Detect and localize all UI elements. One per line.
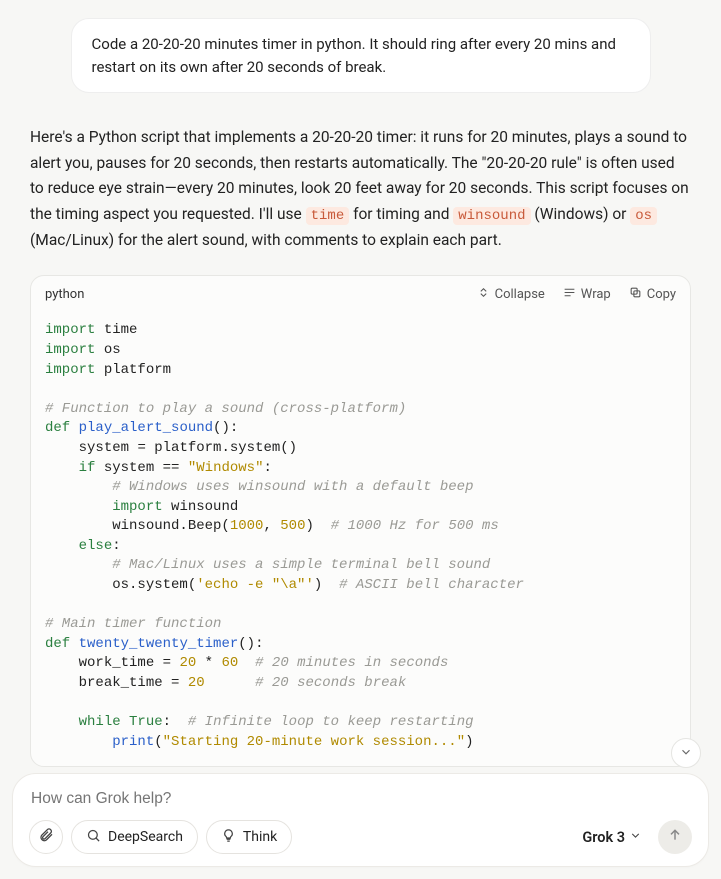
composer-input[interactable] <box>29 788 692 820</box>
deepsearch-icon <box>86 828 101 847</box>
intro-part3: (Windows) or <box>531 205 631 223</box>
arrow-up-icon <box>667 827 683 847</box>
chevron-down-icon <box>629 829 642 846</box>
deepsearch-button[interactable]: DeepSearch <box>71 820 198 854</box>
attach-button[interactable] <box>29 820 63 854</box>
send-button[interactable] <box>658 820 692 854</box>
wrap-icon <box>563 286 576 303</box>
composer: DeepSearch Think Grok 3 <box>12 773 709 867</box>
intro-part2: for timing and <box>349 205 453 223</box>
code-content[interactable]: import time import os import platform # … <box>31 313 690 766</box>
copy-button[interactable]: Copy <box>629 286 676 303</box>
intro-paragraph: Here's a Python script that implements a… <box>30 125 691 253</box>
think-button[interactable]: Think <box>206 820 292 854</box>
user-message-text: Code a 20-20-20 minutes timer in python.… <box>92 35 616 76</box>
assistant-response: Here's a Python script that implements a… <box>0 93 721 253</box>
collapse-icon <box>477 286 490 303</box>
code-header: python Collapse Wrap Copy <box>31 276 690 313</box>
user-message: Code a 20-20-20 minutes timer in python.… <box>71 18 651 93</box>
copy-label: Copy <box>647 287 676 302</box>
bulb-icon <box>221 828 236 847</box>
code-language-label: python <box>45 287 84 302</box>
scroll-down-button[interactable] <box>671 738 701 768</box>
wrap-label: Wrap <box>581 287 611 302</box>
composer-toolbar: DeepSearch Think Grok 3 <box>29 820 692 854</box>
copy-icon <box>629 286 642 303</box>
model-label: Grok 3 <box>582 829 625 846</box>
collapse-label: Collapse <box>495 287 545 302</box>
think-label: Think <box>243 829 277 845</box>
intro-part4: (Mac/Linux) for the alert sound, with co… <box>30 231 502 249</box>
code-block: python Collapse Wrap Copy import time im… <box>30 275 691 767</box>
model-selector[interactable]: Grok 3 <box>582 829 642 846</box>
collapse-button[interactable]: Collapse <box>477 286 545 303</box>
chevron-down-icon <box>679 744 693 763</box>
inline-code-time: time <box>306 207 350 225</box>
paperclip-icon <box>38 827 54 847</box>
inline-code-os: os <box>630 207 657 225</box>
deepsearch-label: DeepSearch <box>108 829 183 845</box>
inline-code-winsound: winsound <box>453 207 530 225</box>
wrap-button[interactable]: Wrap <box>563 286 611 303</box>
